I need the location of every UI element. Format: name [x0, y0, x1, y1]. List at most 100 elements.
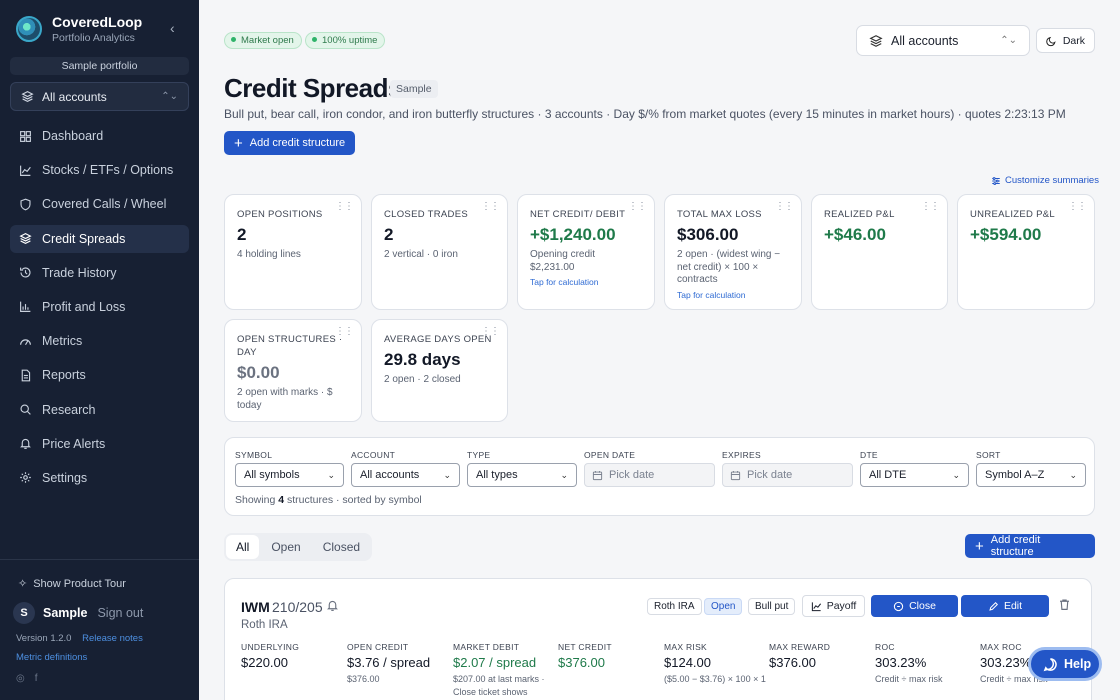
- metric-subtext: Credit ÷ max risk: [875, 674, 943, 684]
- drag-handle-icon[interactable]: ⋮⋮: [481, 326, 500, 337]
- customize-summaries-link[interactable]: Customize summaries: [991, 175, 1099, 186]
- close-trade-button[interactable]: Close: [871, 595, 958, 617]
- facebook-icon[interactable]: f: [35, 673, 38, 684]
- help-label: Help: [1064, 657, 1092, 671]
- chevron-down-icon: ⌄: [952, 469, 960, 480]
- sparkle-icon: ✧: [18, 578, 28, 590]
- add-credit-structure-button[interactable]: + Add credit structure: [224, 131, 356, 155]
- type-filter-label: Type: [467, 450, 491, 460]
- sidebar-item-credit-spreads[interactable]: Credit Spreads: [10, 224, 189, 253]
- sign-out-link[interactable]: Sign out: [97, 606, 143, 620]
- card-value: 2: [384, 225, 394, 244]
- symbol-filter-label: Symbol: [235, 450, 273, 460]
- sidebar-item-profit-loss[interactable]: Profit and Loss: [10, 293, 189, 321]
- release-notes-link[interactable]: Release notes: [82, 633, 143, 644]
- theme-toggle-button[interactable]: Dark: [1036, 28, 1095, 53]
- dte-filter-select[interactable]: All DTE ⌄: [860, 463, 969, 487]
- account-select[interactable]: All accounts ⌃⌄: [856, 25, 1030, 56]
- trade-symbol: IWM: [241, 599, 270, 615]
- product-tour-link[interactable]: ✧ Show Product Tour: [18, 577, 126, 591]
- sidebar-item-dashboard[interactable]: Dashboard: [10, 122, 189, 150]
- chart-line-icon: [20, 165, 31, 176]
- tab-all[interactable]: All: [226, 535, 260, 559]
- chevron-down-icon: ⌄: [443, 469, 451, 480]
- brand[interactable]: CoveredLoop Portfolio Analytics: [16, 14, 142, 44]
- chevron-down-icon: ⌄: [327, 469, 335, 480]
- page-title: Credit Spreads: [224, 73, 402, 103]
- card-subtext: 2 open · (widest wing − net credit) × 10…: [677, 249, 781, 285]
- drag-handle-icon[interactable]: ⋮⋮: [1068, 201, 1087, 212]
- metric-definitions-link[interactable]: Metric definitions: [16, 652, 87, 663]
- drag-handle-icon[interactable]: ⋮⋮: [628, 201, 647, 212]
- market-status-badge: Market open: [224, 32, 302, 49]
- card-value: +$46.00: [824, 225, 886, 244]
- open-date-picker[interactable]: Pick date: [584, 463, 715, 487]
- add-credit-structure-list-button[interactable]: + Add credit structure: [965, 534, 1095, 558]
- metric-value: $376.00: [558, 655, 605, 670]
- tab-open[interactable]: Open: [261, 535, 310, 559]
- sliders-icon: [992, 176, 1000, 185]
- results-suffix: structures · sorted by symbol: [286, 494, 422, 506]
- drag-handle-icon[interactable]: ⋮⋮: [481, 201, 500, 212]
- sidebar-item-settings[interactable]: Settings: [10, 464, 189, 492]
- collapse-sidebar-icon[interactable]: ‹: [170, 20, 175, 36]
- card-subtext: 2 open with marks · $ today: [237, 387, 333, 411]
- results-prefix: Showing: [235, 494, 276, 506]
- drag-handle-icon[interactable]: ⋮⋮: [335, 326, 354, 337]
- card-value: 29.8 days: [384, 350, 461, 369]
- sidebar-item-label: Reports: [42, 368, 86, 383]
- expires-placeholder: Pick date: [747, 469, 793, 481]
- type-filter-select[interactable]: All types ⌄: [467, 463, 577, 487]
- calendar-icon: [592, 470, 603, 480]
- dashboard-icon: [20, 130, 31, 142]
- sidebar-item-metrics[interactable]: Metrics: [10, 327, 189, 355]
- metric-label: ROC: [875, 642, 895, 652]
- drag-handle-icon[interactable]: ⋮⋮: [921, 201, 940, 212]
- social-links: ◎ f: [16, 673, 38, 684]
- sidebar-item-label: Dashboard: [42, 129, 104, 143]
- summary-card-unrealized-pl: ⋮⋮ Unrealized P&L +$594.00: [957, 194, 1095, 310]
- card-subtext: 2 open · 2 closed: [384, 374, 461, 385]
- summary-card-open-structures-day: ⋮⋮ Open structures · Day $0.00 2 open wi…: [224, 319, 362, 422]
- summary-card-average-days-open: ⋮⋮ Average days open 29.8 days 2 open · …: [371, 319, 508, 422]
- sidebar-item-trade-history[interactable]: Trade History: [10, 259, 189, 287]
- user-name: Sample: [43, 606, 88, 620]
- market-status-text: Market open: [241, 35, 294, 46]
- theme-toggle-label: Dark: [1062, 34, 1085, 47]
- metric-label: Net credit: [558, 642, 612, 652]
- card-label: Open positions: [237, 209, 323, 220]
- sidebar-item-price-alerts[interactable]: Price Alerts: [10, 430, 189, 458]
- card-value: +$1,240.00: [530, 225, 616, 244]
- sort-select[interactable]: Symbol A–Z ⌄: [976, 463, 1086, 487]
- open-date-filter-label: Open date: [584, 450, 636, 460]
- sidebar-item-stocks[interactable]: Stocks / ETFs / Options: [10, 156, 189, 184]
- card-label: Unrealized P&L: [970, 209, 1055, 220]
- sidebar-item-covered-calls[interactable]: Covered Calls / Wheel: [10, 190, 189, 218]
- account-filter-select[interactable]: All accounts ⌄: [351, 463, 460, 487]
- page-subtitle: Bull put, bear call, iron condor, and ir…: [224, 107, 1066, 121]
- sidebar-item-research[interactable]: Research: [10, 396, 189, 424]
- drag-handle-icon[interactable]: ⋮⋮: [775, 201, 794, 212]
- tap-for-calculation-link[interactable]: Tap for calculation: [677, 290, 789, 300]
- sort-value: Symbol A–Z: [985, 469, 1045, 481]
- drag-handle-icon[interactable]: ⋮⋮: [335, 201, 354, 212]
- tap-for-calculation-link[interactable]: Tap for calculation: [530, 277, 642, 287]
- close-circle-icon: [893, 601, 904, 611]
- history-icon: [20, 267, 31, 278]
- discord-icon[interactable]: ◎: [16, 673, 25, 684]
- tab-closed[interactable]: Closed: [313, 535, 370, 559]
- chat-bubble-icon: [1043, 657, 1057, 671]
- expires-date-picker[interactable]: Pick date: [722, 463, 853, 487]
- trash-icon[interactable]: [1058, 598, 1071, 614]
- alert-bell-icon[interactable]: [326, 599, 339, 615]
- payoff-label: Payoff: [826, 600, 857, 612]
- payoff-button[interactable]: Payoff: [802, 595, 865, 617]
- card-label: Average days open: [384, 334, 492, 345]
- help-button[interactable]: Help: [1028, 647, 1102, 681]
- edit-trade-button[interactable]: Edit: [961, 595, 1049, 617]
- app-tagline: Portfolio Analytics: [52, 32, 135, 44]
- symbol-filter-select[interactable]: All symbols ⌄: [235, 463, 344, 487]
- sidebar-item-label: Credit Spreads: [42, 231, 126, 246]
- sidebar-account-select[interactable]: All accounts ⌃⌄: [10, 82, 189, 111]
- sidebar-item-reports[interactable]: Reports: [10, 361, 189, 389]
